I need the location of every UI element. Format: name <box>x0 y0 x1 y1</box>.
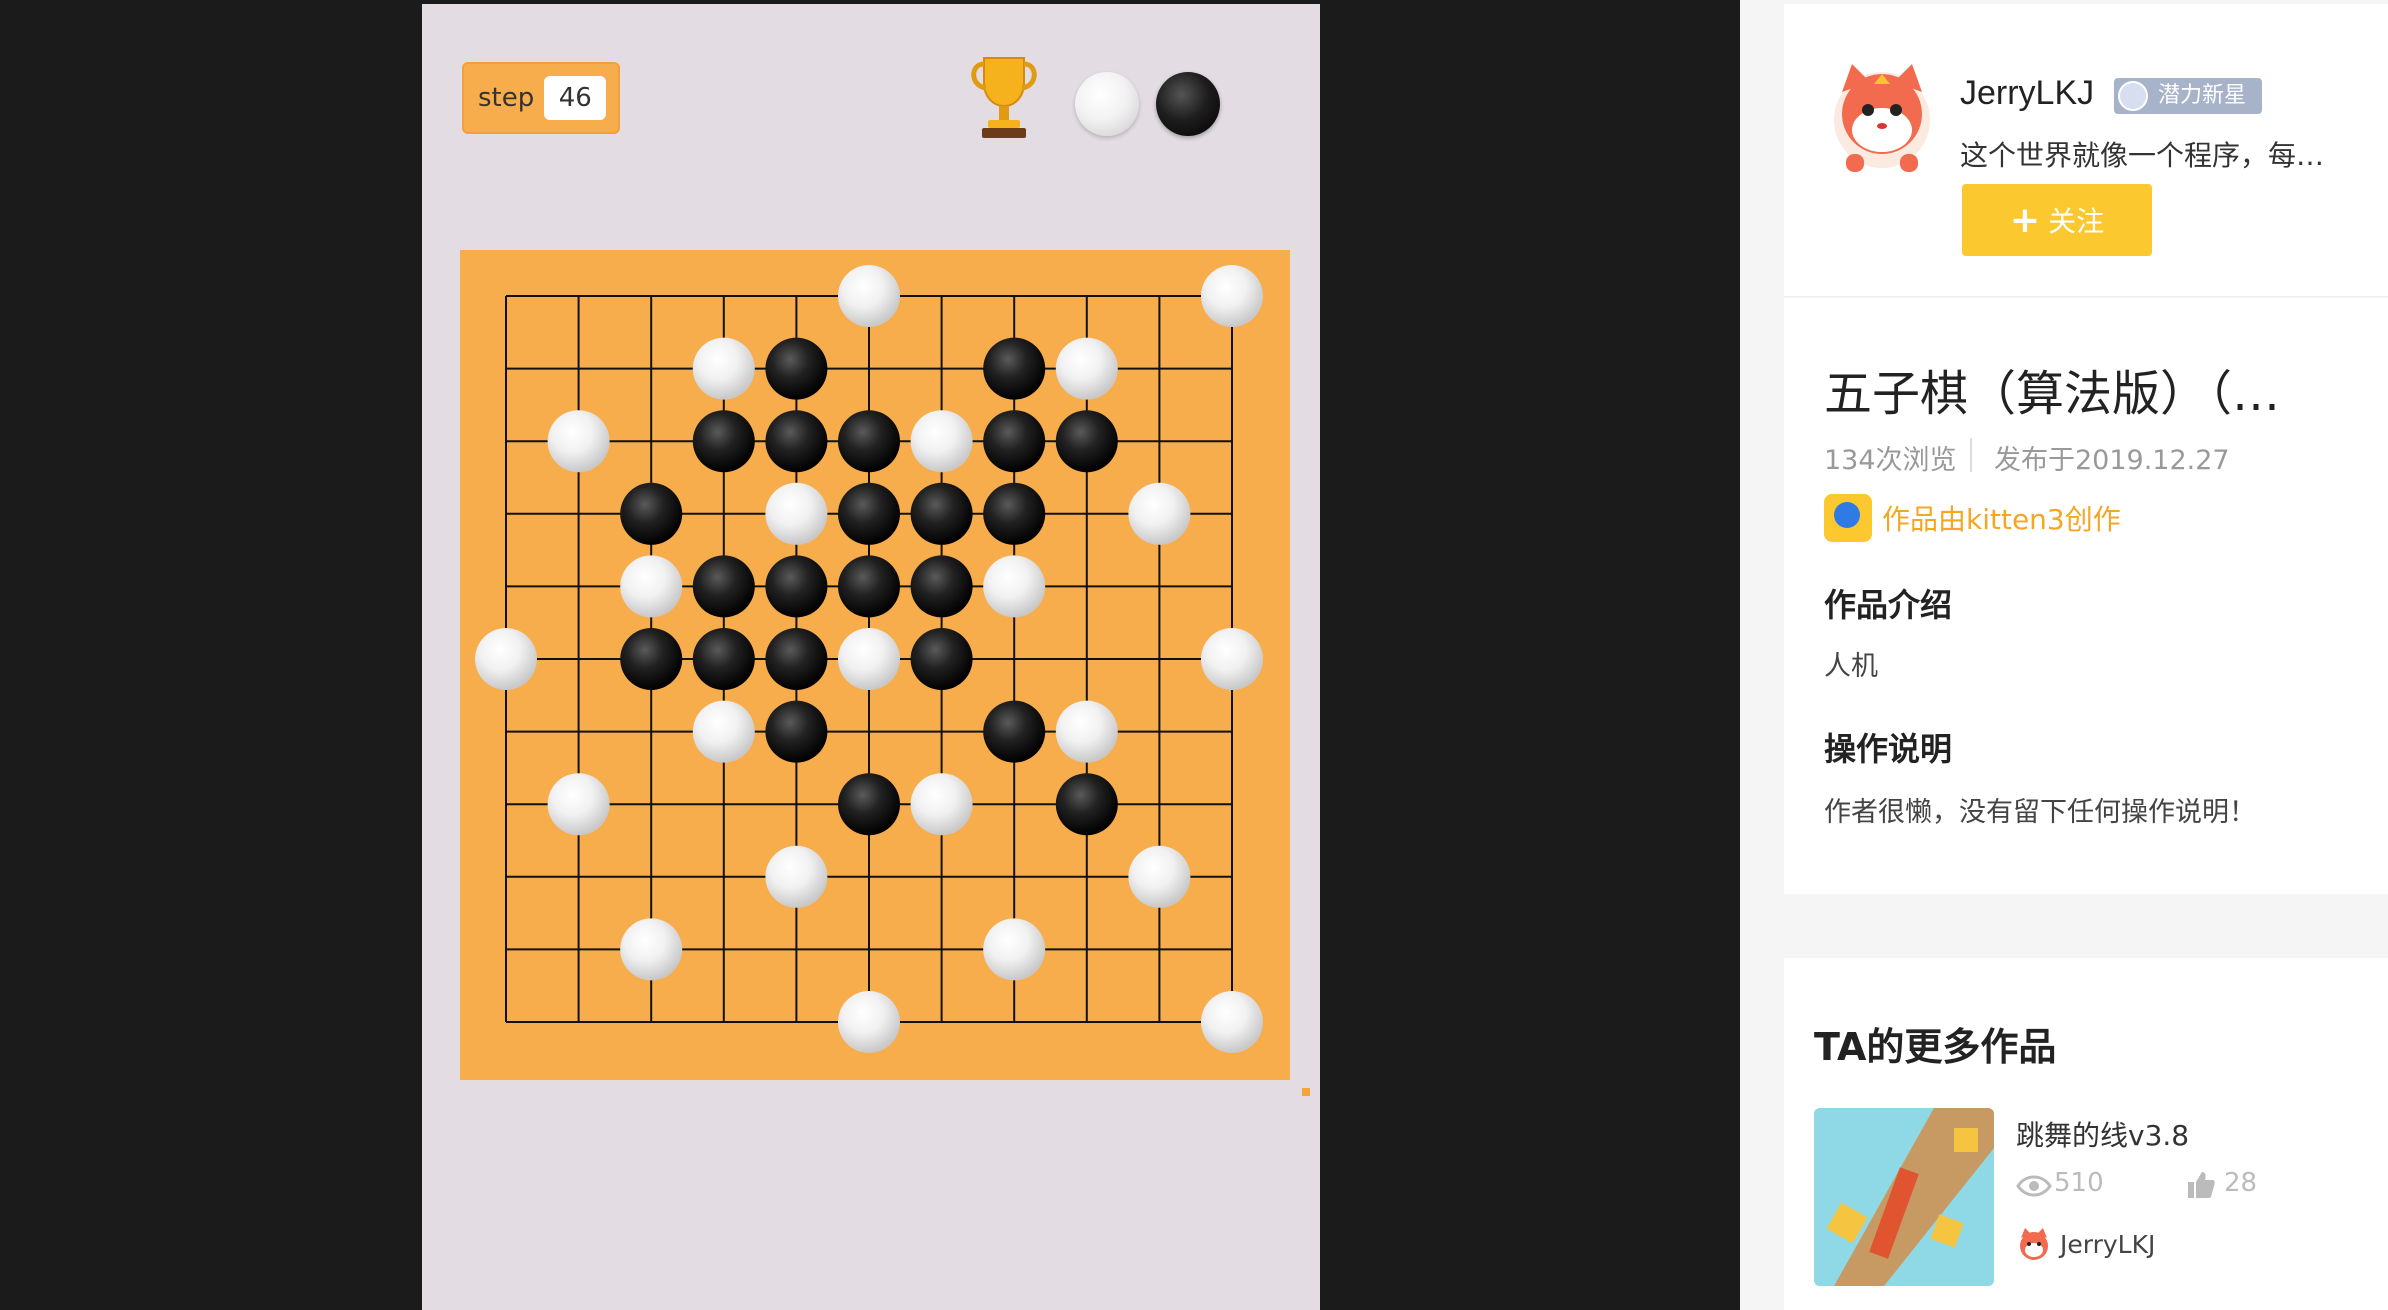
black-stone <box>765 700 828 763</box>
white-stone <box>475 628 537 690</box>
work-thumbnail[interactable] <box>1814 1108 1994 1286</box>
more-works-heading: TA的更多作品 <box>1814 1025 2057 1069</box>
eye-icon <box>2016 1175 2052 1197</box>
black-stone <box>765 555 828 618</box>
black-stone <box>765 410 828 473</box>
black-stone <box>910 482 973 545</box>
black-stone <box>910 628 973 690</box>
step-counter: step 46 <box>462 62 620 134</box>
intro-heading: 作品介绍 <box>1824 586 1953 624</box>
white-stone <box>765 482 828 545</box>
black-stone <box>620 482 683 545</box>
white-stone <box>1055 337 1118 400</box>
black-stone-icon <box>1156 72 1220 136</box>
black-stone <box>1055 773 1118 836</box>
divider <box>1970 438 1972 472</box>
white-stone <box>838 265 900 327</box>
more-work-title[interactable]: 跳舞的线v3.8 <box>2016 1114 2189 1154</box>
player-area: step 46 <box>0 0 1740 1310</box>
white-stone <box>1128 482 1191 545</box>
badge-label: 潜力新星 <box>2158 83 2247 108</box>
black-stone <box>620 628 683 690</box>
black-stone <box>838 773 900 836</box>
thumbs-up-icon <box>2188 1172 2215 1198</box>
white-stone <box>547 410 610 473</box>
white-stone <box>1201 265 1263 327</box>
black-stone <box>765 337 828 400</box>
more-work-author[interactable]: JerryLKJ <box>2060 1230 2155 1259</box>
white-stone <box>838 991 900 1053</box>
work-info-card: 五子棋（算法版）（… 134次浏览 发布于2019.12.27 作品由kitte… <box>1784 298 2388 894</box>
black-stone <box>910 555 973 618</box>
more-work-author-avatar <box>2020 1228 2048 1260</box>
white-stone <box>1128 845 1191 908</box>
black-stone <box>983 482 1046 545</box>
white-stone <box>692 700 755 763</box>
instructions-text: 作者很懒，没有留下任何操作说明！ <box>1824 797 2256 828</box>
intro-text: 人机 <box>1824 651 1878 682</box>
black-stone <box>692 555 755 618</box>
resize-handle <box>1302 1088 1310 1096</box>
kitten-app-icon <box>1824 494 1872 542</box>
more-works-card: TA的更多作品 跳舞的线v3.8 510 28 JerryLKJ <box>1784 958 2388 1310</box>
white-stone <box>1201 628 1263 690</box>
plus-icon: + <box>2009 199 2041 241</box>
game-stage[interactable]: step 46 <box>422 4 1320 1310</box>
trophy-icon[interactable] <box>964 52 1044 142</box>
black-stone <box>692 628 755 690</box>
black-stone <box>983 700 1046 763</box>
made-with-link[interactable]: 作品由kitten3创作 <box>1882 498 2121 538</box>
white-stone <box>1201 991 1263 1053</box>
instructions-heading: 操作说明 <box>1824 730 1953 768</box>
gomoku-board[interactable] <box>460 250 1290 1080</box>
white-stone <box>1055 700 1118 763</box>
follow-label: 关注 <box>2048 205 2105 238</box>
white-stone-icon <box>1075 72 1139 136</box>
white-stone <box>620 918 683 981</box>
author-badge: 潜力新星 <box>2114 78 2263 114</box>
black-stone <box>838 482 900 545</box>
black-stone <box>692 410 755 473</box>
author-name[interactable]: JerryLKJ <box>1960 74 2094 113</box>
view-count: 134次浏览 <box>1824 445 1957 476</box>
step-value: 46 <box>544 76 607 120</box>
black-stone <box>765 628 828 690</box>
white-stone <box>910 410 973 473</box>
white-stone <box>620 555 683 618</box>
avatar[interactable] <box>1824 58 1940 176</box>
badge-star-icon <box>2118 81 2148 111</box>
step-label: step <box>478 83 535 113</box>
white-stone <box>838 628 900 690</box>
publish-date: 发布于2019.12.27 <box>1994 445 2230 476</box>
author-card: JerryLKJ 潜力新星 这个世界就像一个程序，每… + 关注 <box>1784 4 2388 297</box>
white-stone <box>692 337 755 400</box>
white-stone <box>547 773 610 836</box>
work-title: 五子棋（算法版）（… <box>1824 366 2281 422</box>
black-stone <box>983 337 1046 400</box>
white-stone <box>910 773 973 836</box>
black-stone <box>1055 410 1118 473</box>
black-stone <box>983 410 1046 473</box>
black-stone <box>838 555 900 618</box>
white-stone <box>983 918 1046 981</box>
more-work-likes: 28 <box>2224 1168 2258 1198</box>
black-stone <box>838 410 900 473</box>
white-stone <box>765 845 828 908</box>
follow-button[interactable]: + 关注 <box>1962 184 2152 256</box>
more-work-views: 510 <box>2054 1168 2104 1198</box>
white-stone <box>983 555 1046 618</box>
author-bio: 这个世界就像一个程序，每… <box>1960 139 2325 172</box>
